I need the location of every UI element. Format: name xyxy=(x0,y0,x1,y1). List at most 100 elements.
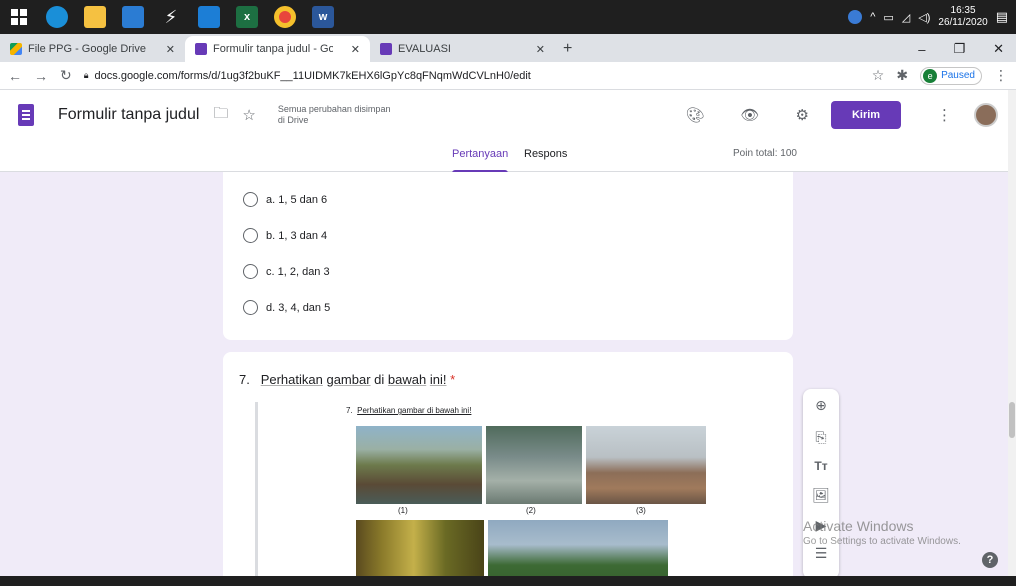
watermark-subtitle: Go to Settings to activate Windows. xyxy=(803,536,961,547)
url-field[interactable]: 🔒︎ docs.google.com/forms/d/1ug3f2buKF__1… xyxy=(84,70,860,82)
option-d[interactable]: d. 3, 4, dan 5 xyxy=(243,300,330,315)
star-icon[interactable]: ☆ xyxy=(242,106,255,124)
back-icon[interactable]: ← xyxy=(8,68,22,84)
image-caption: (1) xyxy=(398,506,408,515)
image-question-title: 7. Perhatikan gambar di bawah ini! xyxy=(346,406,471,415)
option-label: a. 1, 5 dan 6 xyxy=(266,193,328,206)
tab-formulir[interactable]: Formulir tanpa judul - Google Fo ✕ xyxy=(185,36,370,62)
more-vert-icon[interactable]: ⋮ xyxy=(937,106,952,124)
clock-time: 16:35 xyxy=(950,5,976,16)
question-card: a. 1, 5 dan 6 b. 1, 3 dan 4 c. 1, 2, dan… xyxy=(223,172,793,340)
option-b[interactable]: b. 1, 3 dan 4 xyxy=(243,228,327,243)
notification-icon[interactable]: ▤ xyxy=(996,9,1008,25)
tab-label: EVALUASI xyxy=(398,43,451,55)
minimize-icon[interactable]: – xyxy=(918,42,925,57)
radio-button[interactable] xyxy=(243,228,258,243)
tab-file-ppg[interactable]: File PPG - Google Drive ✕ xyxy=(0,36,185,62)
activate-windows-watermark: Activate Windows Go to Settings to activ… xyxy=(803,518,961,547)
close-window-icon[interactable]: ✕ xyxy=(993,41,1004,57)
profile-button[interactable]: e Paused xyxy=(920,66,982,85)
chrome-icon[interactable] xyxy=(274,6,296,28)
windows-start-icon[interactable] xyxy=(8,6,30,28)
file-explorer-icon[interactable] xyxy=(84,6,106,28)
question-image[interactable]: 7. Perhatikan gambar di bawah ini! (1) (… xyxy=(255,402,775,586)
reload-icon[interactable]: ↻ xyxy=(60,67,72,84)
clock-date: 26/11/2020 xyxy=(938,17,988,28)
question-word: Perhatikan xyxy=(260,372,323,387)
help-tray-icon[interactable] xyxy=(848,10,863,24)
extensions-icon[interactable]: ✱ xyxy=(896,67,908,84)
battery-icon[interactable]: ▭ xyxy=(883,11,893,24)
required-mark: * xyxy=(450,372,456,387)
clock[interactable]: 16:35 26/11/2020 xyxy=(938,5,987,29)
preview-eye-icon[interactable]: 👁︎ xyxy=(741,106,760,124)
tab-responses[interactable]: Respons xyxy=(524,148,567,160)
photo-deforestation xyxy=(356,426,482,504)
close-tab-icon[interactable]: ✕ xyxy=(351,43,360,56)
option-a[interactable]: a. 1, 5 dan 6 xyxy=(243,192,327,207)
more-menu-icon[interactable]: ⋮ xyxy=(994,67,1008,84)
power-automate-icon[interactable]: ⚡ xyxy=(160,6,182,28)
import-questions-icon[interactable]: ⎘ xyxy=(812,429,830,446)
question-title[interactable]: 7. Perhatikan gambar di bawah ini! * xyxy=(239,372,455,387)
form-tabs: Pertanyaan Respons Poin total: 100 xyxy=(0,140,1016,173)
network-icon[interactable]: ◿ xyxy=(902,11,910,24)
option-label: c. 1, 2, dan 3 xyxy=(266,265,330,278)
volume-icon[interactable]: ◁) xyxy=(918,11,930,24)
radio-button[interactable] xyxy=(243,300,258,315)
add-image-icon[interactable]: 🖼︎ xyxy=(812,487,830,504)
close-tab-icon[interactable]: ✕ xyxy=(166,43,175,56)
star-icon[interactable]: ☆ xyxy=(872,67,885,84)
option-c[interactable]: c. 1, 2, dan 3 xyxy=(243,264,330,279)
send-button[interactable]: Kirim xyxy=(831,101,901,129)
google-drive-icon xyxy=(10,43,22,55)
option-label: d. 3, 4, dan 5 xyxy=(266,301,331,314)
windows-taskbar: ⚡ x w ^ ▭ ◿ ◁) 16:35 26/11/2020 ▤ xyxy=(0,0,1016,34)
palette-icon[interactable]: 🎨︎ xyxy=(685,106,704,124)
radio-button[interactable] xyxy=(243,192,258,207)
google-forms-icon xyxy=(380,43,392,55)
scroll-thumb[interactable] xyxy=(1009,402,1015,438)
image-question-text: Perhatikan gambar di bawah ini! xyxy=(357,406,472,415)
form-title[interactable]: Formulir tanpa judul xyxy=(58,106,199,124)
total-points: Poin total: 100 xyxy=(733,148,797,159)
add-section-icon[interactable]: ☰ xyxy=(812,545,830,562)
word-icon[interactable]: w xyxy=(312,6,334,28)
question-toolbar: ⊕ ⎘ Tт 🖼︎ ▶ ☰ xyxy=(803,389,839,579)
photo-river-pollution xyxy=(486,426,582,504)
help-button[interactable]: ? xyxy=(982,552,998,568)
edge-icon[interactable] xyxy=(46,6,68,28)
mail-icon[interactable] xyxy=(122,6,144,28)
question-number: 7. xyxy=(239,372,250,387)
profile-avatar: e xyxy=(923,68,938,83)
excel-icon[interactable]: x xyxy=(236,6,258,28)
address-bar: ← → ↻ 🔒︎ docs.google.com/forms/d/1ug3f2b… xyxy=(0,62,1016,90)
add-title-icon[interactable]: Tт xyxy=(812,459,830,473)
user-avatar[interactable] xyxy=(974,103,998,127)
google-forms-icon xyxy=(195,43,207,55)
add-question-icon[interactable]: ⊕ xyxy=(812,397,830,414)
close-tab-icon[interactable]: ✕ xyxy=(536,43,545,56)
settings-gear-icon[interactable]: ⚙ xyxy=(796,106,809,124)
image-question-number: 7. xyxy=(346,406,353,415)
form-header: Formulir tanpa judul 🗀︎ ☆ Semua perubaha… xyxy=(0,90,1016,173)
tab-questions[interactable]: Pertanyaan xyxy=(452,148,509,173)
question-card-7[interactable]: 7. Perhatikan gambar di bawah ini! * 7. … xyxy=(223,352,793,586)
watermark-title: Activate Windows xyxy=(803,518,914,534)
scrollbar[interactable] xyxy=(1008,90,1016,586)
folder-icon[interactable]: 🗀︎ xyxy=(213,103,228,128)
tab-label: Formulir tanpa judul - Google Fo xyxy=(213,43,333,55)
radio-button[interactable] xyxy=(243,264,258,279)
new-tab-button[interactable]: + xyxy=(563,36,572,62)
store-icon[interactable] xyxy=(198,6,220,28)
save-status: Semua perubahan disimpan di Drive xyxy=(277,104,391,125)
google-forms-logo-icon[interactable] xyxy=(18,104,34,126)
image-caption: (3) xyxy=(636,506,646,515)
question-word: ini! xyxy=(429,372,447,387)
tab-label: File PPG - Google Drive xyxy=(28,43,146,55)
restore-icon[interactable]: ❐ xyxy=(953,41,965,57)
profile-status: Paused xyxy=(941,70,975,81)
chevron-up-icon[interactable]: ^ xyxy=(870,11,875,23)
tab-evaluasi[interactable]: EVALUASI ✕ xyxy=(370,36,555,62)
forward-icon[interactable]: → xyxy=(34,68,48,84)
